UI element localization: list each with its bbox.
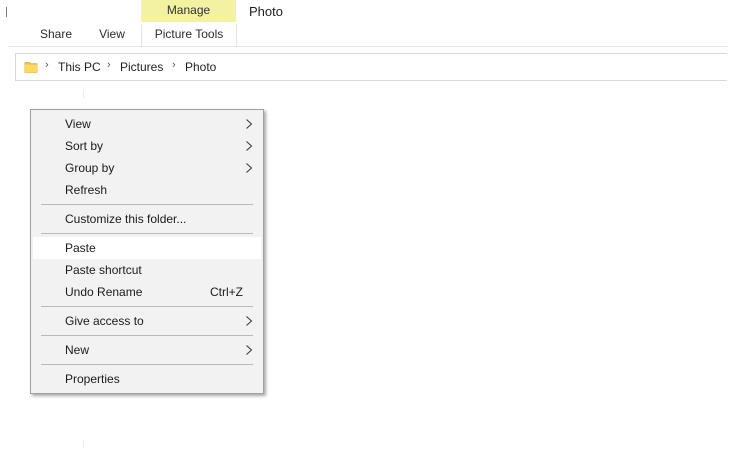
menu-item-sort-by[interactable]: Sort by [33,135,261,157]
menu-item-refresh[interactable]: Refresh [33,179,261,201]
tab-share[interactable]: Share [28,24,84,44]
menu-separator [41,233,253,234]
menu-item-undo-rename[interactable]: Undo Rename Ctrl+Z [33,281,261,303]
keyboard-shortcut: Ctrl+Z [210,285,243,299]
menu-item-label: New [65,343,90,357]
content-artifact [83,440,84,448]
ribbon-edge [6,7,7,17]
chevron-right-icon[interactable]: › [172,59,176,71]
address-bar[interactable]: › This PC › Pictures › Photo [15,53,727,81]
menu-item-paste-shortcut[interactable]: Paste shortcut [33,259,261,281]
menu-item-new[interactable]: New [33,339,261,361]
menu-separator [41,204,253,205]
menu-separator [41,335,253,336]
menu-item-view[interactable]: View [33,113,261,135]
menu-item-label: Sort by [65,139,104,153]
folder-icon [24,62,38,73]
menu-item-group-by[interactable]: Group by [33,157,261,179]
ribbon: Manage Photo Share View Picture Tools [0,0,736,46]
chevron-right-icon [246,345,253,355]
tab-view[interactable]: View [87,24,137,44]
chevron-right-icon [246,316,253,326]
menu-item-properties[interactable]: Properties [33,368,261,390]
chevron-right-icon [246,119,253,129]
chevron-right-icon[interactable]: › [45,59,49,71]
menu-item-label: Give access to [65,314,144,328]
chevron-right-icon [246,141,253,151]
menu-item-label: Undo Rename [65,285,143,299]
ribbon-divider [8,46,728,47]
menu-item-label: Group by [65,161,115,175]
menu-item-label: Customize this folder... [65,212,187,226]
menu-item-give-access[interactable]: Give access to [33,310,261,332]
chevron-right-icon[interactable]: › [107,59,111,71]
menu-item-paste[interactable]: Paste [33,237,261,259]
menu-item-label: Paste [65,241,96,255]
file-explorer-window: Manage Photo Share View Picture Tools › … [0,0,736,453]
menu-separator [41,364,253,365]
chevron-right-icon [246,163,253,173]
context-menu: View Sort by Group by Refresh Customize … [30,109,264,394]
menu-item-label: View [65,117,91,131]
breadcrumb-this-pc[interactable]: This PC [58,60,101,74]
menu-item-label: Refresh [65,183,108,197]
window-title: Photo [249,4,283,19]
menu-item-label: Properties [65,372,120,386]
tab-picture-tools[interactable]: Picture Tools [141,24,237,46]
breadcrumb-photo[interactable]: Photo [185,60,216,74]
menu-separator [41,306,253,307]
menu-item-customize-folder[interactable]: Customize this folder... [33,208,261,230]
manage-contextual-header: Manage [141,0,236,22]
content-artifact [83,90,84,98]
breadcrumb-pictures[interactable]: Pictures [120,60,163,74]
menu-item-label: Paste shortcut [65,263,142,277]
